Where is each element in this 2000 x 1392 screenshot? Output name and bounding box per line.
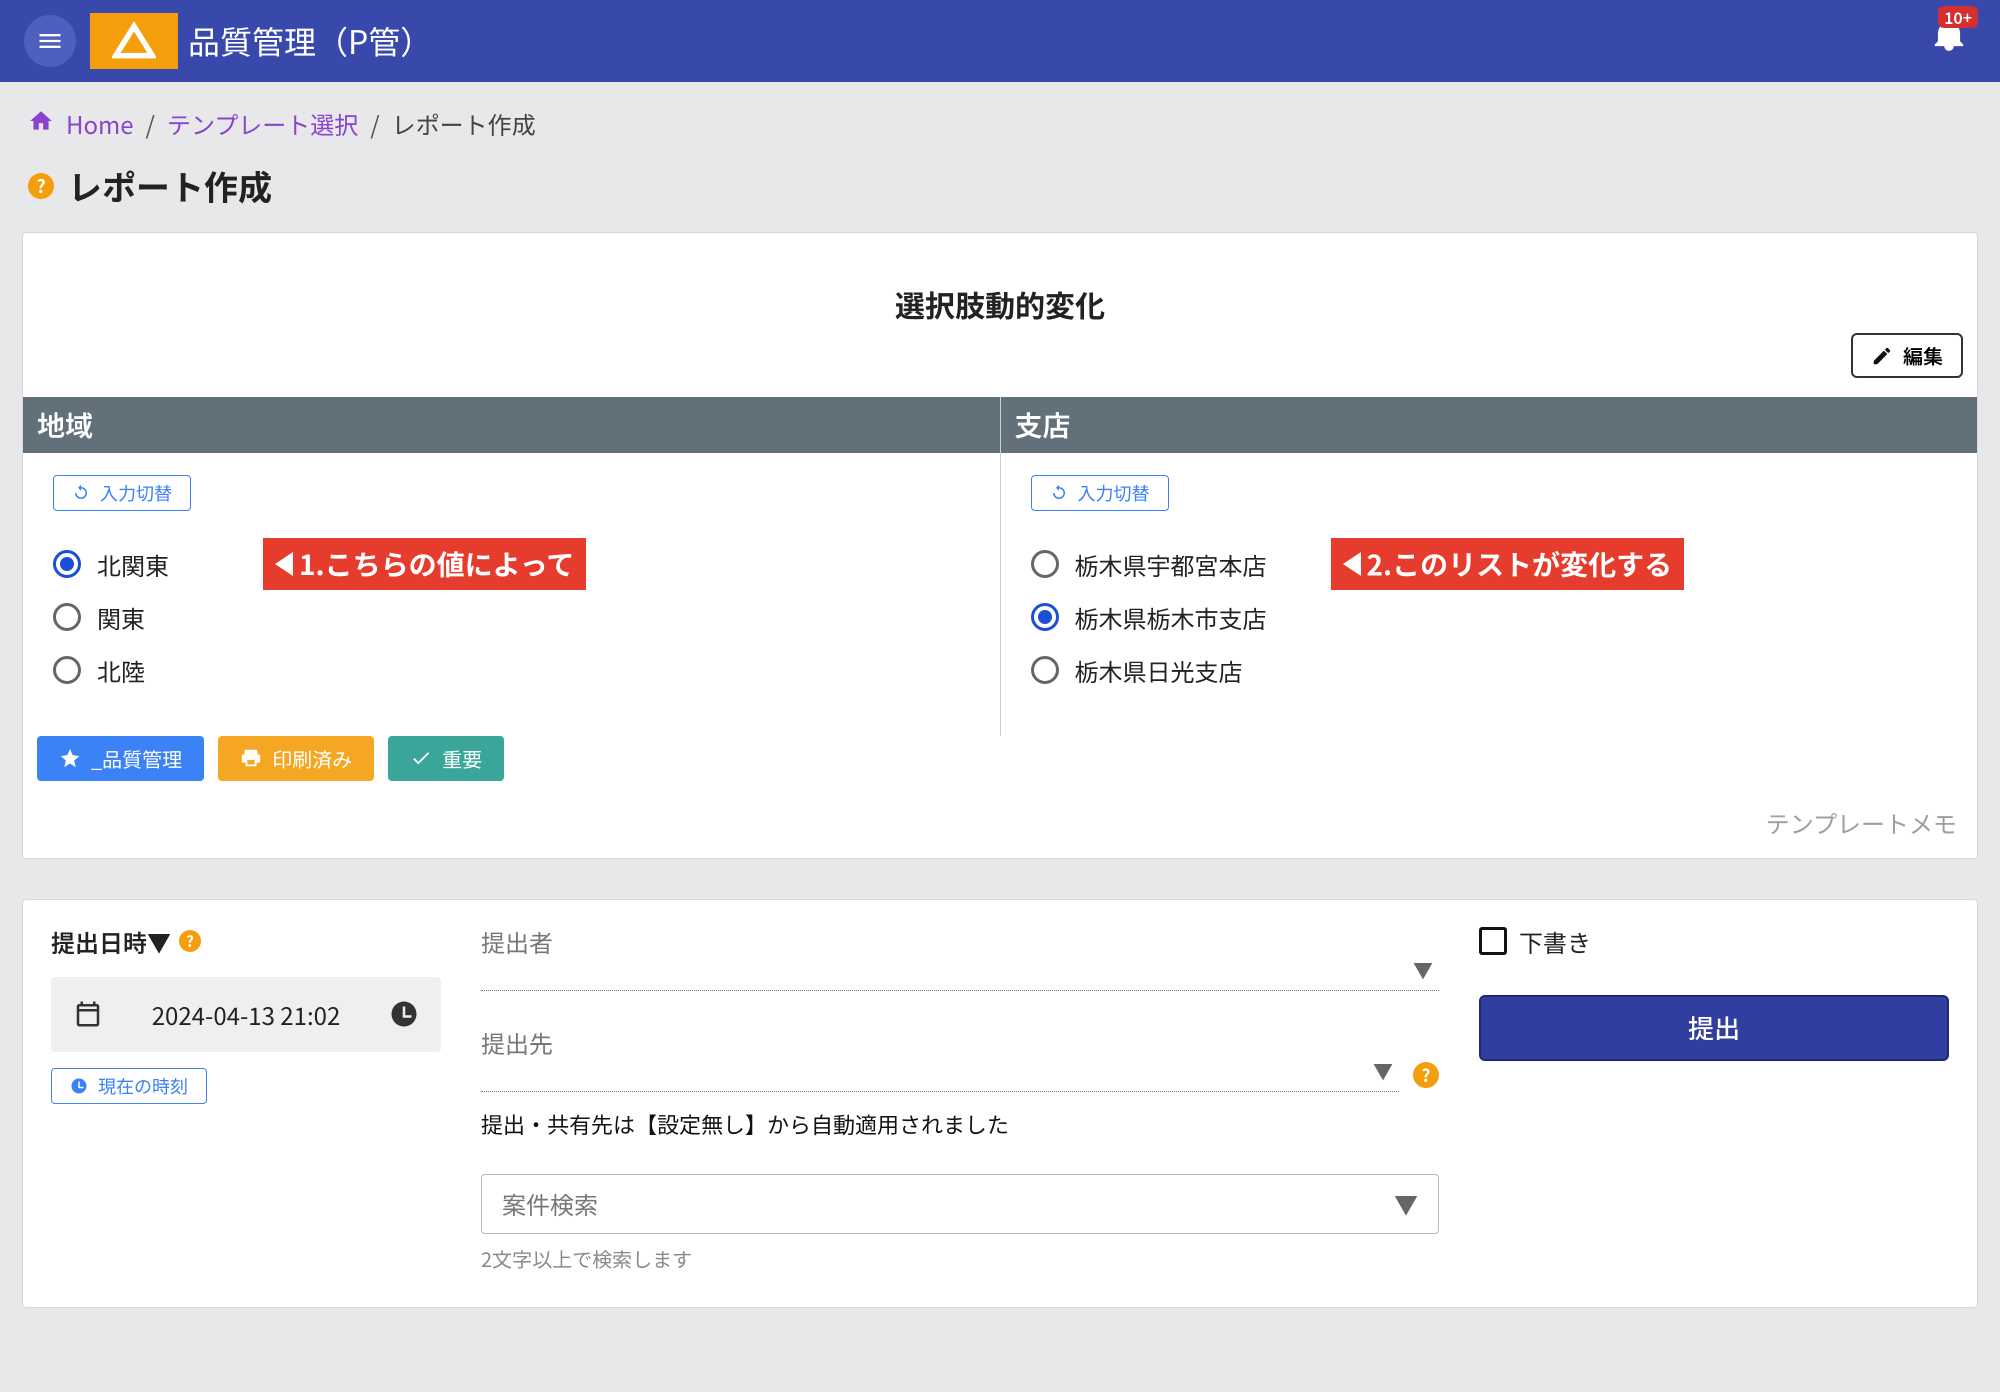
radio-icon xyxy=(53,656,81,684)
tag-printed-label: 印刷済み xyxy=(272,744,352,773)
refresh-icon xyxy=(1050,484,1068,502)
submit-action-section: 下書き 提出 xyxy=(1479,924,1949,1273)
calendar-icon xyxy=(73,999,103,1029)
edit-button[interactable]: 編集 xyxy=(1851,333,1963,378)
region-input-toggle[interactable]: 入力切替 xyxy=(53,475,191,511)
recipient-label: 提出先 xyxy=(481,1025,1399,1060)
radio-icon xyxy=(53,550,81,578)
submit-button[interactable]: 提出 xyxy=(1479,995,1949,1061)
refresh-icon xyxy=(72,484,90,502)
branch-option-label: 栃木県日光支店 xyxy=(1075,653,1243,688)
app-logo xyxy=(90,13,178,69)
breadcrumb-home[interactable]: Home xyxy=(66,106,134,141)
chevron-down-icon: ▼ xyxy=(1413,955,1433,984)
case-search-placeholder: 案件検索 xyxy=(502,1186,598,1221)
datetime-value: 2024-04-13 21:02 xyxy=(152,997,341,1032)
region-option[interactable]: 北関東 1.こちらの値によって xyxy=(53,547,970,582)
radio-icon xyxy=(1031,656,1059,684)
page-title: レポート作成 xyxy=(68,161,272,210)
breadcrumb: Home / テンプレート選択 / レポート作成 xyxy=(0,82,2000,153)
case-search-hint: 2文字以上で検索します xyxy=(481,1244,1439,1273)
breadcrumb-current: レポート作成 xyxy=(392,106,536,141)
clock-icon xyxy=(70,1077,88,1095)
app-title: 品質管理（P管） xyxy=(188,18,432,64)
radio-icon xyxy=(1031,603,1059,631)
chevron-down-icon: ▼ xyxy=(1373,1056,1393,1085)
branch-toggle-label: 入力切替 xyxy=(1078,480,1150,506)
tag-row: _品質管理 印刷済み 重要 xyxy=(23,736,1977,799)
submit-button-label: 提出 xyxy=(1688,1009,1740,1046)
hamburger-icon xyxy=(36,27,64,55)
help-icon[interactable]: ? xyxy=(28,173,54,199)
report-card: 選択肢動的変化 編集 地域 入力切替 北関東 1.こちらの値によって xyxy=(22,232,1978,859)
help-icon[interactable]: ? xyxy=(179,930,201,952)
datetime-field[interactable]: 2024-04-13 21:02 xyxy=(51,977,441,1052)
printer-icon xyxy=(240,747,262,769)
branch-callout-text: 2.このリストが変化する xyxy=(1367,544,1673,584)
breadcrumb-sep: / xyxy=(370,106,379,141)
recipient-field[interactable]: 提出先 ▼ xyxy=(481,1025,1399,1092)
card-title: 選択肢動的変化 xyxy=(23,258,1977,372)
submit-datetime-label-row: 提出日時▼ ? xyxy=(51,924,441,959)
topbar: 品質管理（P管） 10+ xyxy=(0,0,2000,82)
submit-datetime-section: 提出日時▼ ? 2024-04-13 21:02 現在の時刻 xyxy=(51,924,441,1273)
pencil-icon xyxy=(1871,345,1893,367)
checkbox-icon xyxy=(1479,927,1507,955)
submit-panel: 提出日時▼ ? 2024-04-13 21:02 現在の時刻 提出者 ▼ 提出先… xyxy=(22,899,1978,1308)
radio-icon xyxy=(1031,550,1059,578)
triangle-icon xyxy=(112,19,156,63)
branch-option-label: 栃木県宇都宮本店 xyxy=(1075,547,1267,582)
auto-apply-note: 提出・共有先は【設定無し】から自動適用されました xyxy=(481,1108,1439,1140)
template-memo-label: テンプレートメモ xyxy=(23,799,1977,858)
region-column: 地域 入力切替 北関東 1.こちらの値によって 関東 xyxy=(23,397,1001,736)
radio-icon xyxy=(53,603,81,631)
tag-quality[interactable]: _品質管理 xyxy=(37,736,204,781)
branch-column: 支店 入力切替 栃木県宇都宮本店 2.このリストが変化する 栃木県栃木市支 xyxy=(1001,397,1978,736)
tag-quality-label: _品質管理 xyxy=(91,744,182,773)
draft-label: 下書き xyxy=(1519,924,1591,959)
region-option[interactable]: 関東 xyxy=(53,600,970,635)
submit-fields: 提出者 ▼ 提出先 ▼ ? 提出・共有先は【設定無し】から自動適用されました 案… xyxy=(481,924,1439,1273)
branch-option[interactable]: 栃木県宇都宮本店 2.このリストが変化する xyxy=(1031,547,1948,582)
region-header: 地域 xyxy=(23,397,1000,453)
region-option-label: 北関東 xyxy=(97,547,169,582)
notifications-button[interactable]: 10+ xyxy=(1930,16,1968,59)
draft-checkbox[interactable]: 下書き xyxy=(1479,924,1949,959)
branch-option[interactable]: 栃木県日光支店 xyxy=(1031,653,1948,688)
now-button[interactable]: 現在の時刻 xyxy=(51,1068,207,1104)
tag-printed[interactable]: 印刷済み xyxy=(218,736,374,781)
branch-option[interactable]: 栃木県栃木市支店 xyxy=(1031,600,1948,635)
region-option[interactable]: 北陸 xyxy=(53,653,970,688)
menu-button[interactable] xyxy=(24,15,76,67)
edit-button-label: 編集 xyxy=(1903,341,1943,370)
star-icon xyxy=(59,747,81,769)
branch-input-toggle[interactable]: 入力切替 xyxy=(1031,475,1169,511)
branch-header: 支店 xyxy=(1001,397,1978,453)
tag-important[interactable]: 重要 xyxy=(388,736,504,781)
breadcrumb-template-select[interactable]: テンプレート選択 xyxy=(167,106,358,141)
branch-option-label: 栃木県栃木市支店 xyxy=(1075,600,1267,635)
callout-arrow-icon xyxy=(1343,552,1361,576)
help-icon[interactable]: ? xyxy=(1413,1062,1439,1088)
submit-datetime-label: 提出日時▼ xyxy=(51,924,171,959)
breadcrumb-sep: / xyxy=(146,106,155,141)
branch-callout: 2.このリストが変化する xyxy=(1331,538,1685,590)
notifications-badge: 10+ xyxy=(1938,6,1978,28)
region-option-label: 関東 xyxy=(97,600,145,635)
case-search-field[interactable]: 案件検索 ▼ 2文字以上で検索します xyxy=(481,1174,1439,1273)
region-toggle-label: 入力切替 xyxy=(100,480,172,506)
now-button-label: 現在の時刻 xyxy=(98,1073,188,1099)
page-heading: ? レポート作成 xyxy=(0,153,2000,232)
region-callout-text: 1.こちらの値によって xyxy=(299,544,574,584)
callout-arrow-icon xyxy=(275,552,293,576)
submitter-field[interactable]: 提出者 ▼ xyxy=(481,924,1439,991)
tag-important-label: 重要 xyxy=(442,744,482,773)
region-option-label: 北陸 xyxy=(97,653,145,688)
chevron-down-icon: ▼ xyxy=(1394,1186,1418,1221)
region-callout: 1.こちらの値によって xyxy=(263,538,586,590)
clock-icon xyxy=(389,999,419,1029)
check-icon xyxy=(410,747,432,769)
home-icon[interactable] xyxy=(28,106,54,141)
submitter-label: 提出者 xyxy=(481,924,1439,959)
